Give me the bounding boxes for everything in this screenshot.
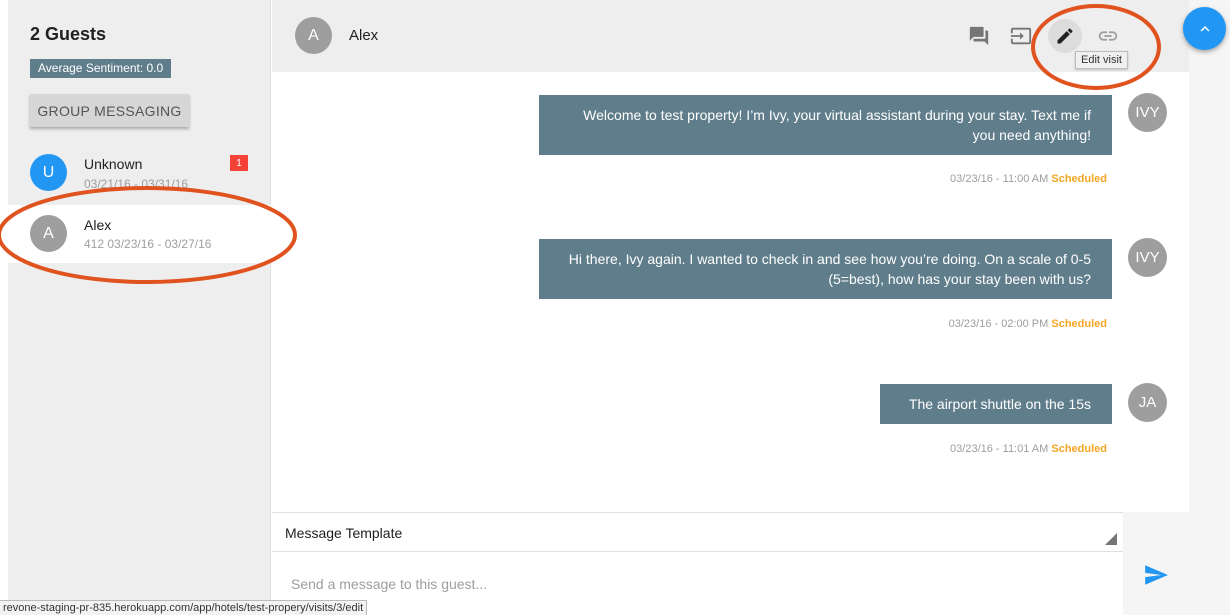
guest-list-item-unknown[interactable]: U Unknown 03/21/16 - 03/31/16 [8, 144, 271, 202]
chat-icon[interactable] [962, 19, 996, 53]
right-gutter [1189, 0, 1230, 615]
guest-name: Unknown [84, 156, 143, 172]
link-icon[interactable] [1091, 19, 1125, 53]
guest-count: 2 Guests [30, 24, 107, 44]
header-guest-name: Alex [349, 27, 379, 44]
message-meta: 03/23/16 - 11:01 AM Scheduled [950, 443, 1107, 455]
guest-sidebar: 2 Guests Average Sentiment: 0.0 GROUP ME… [8, 0, 271, 615]
message-status: Scheduled [1051, 318, 1107, 330]
message-meta: 03/23/16 - 11:00 AM Scheduled [950, 173, 1107, 185]
message-template-select[interactable]: Message Template [272, 512, 1123, 552]
message-thread: Welcome to test property! I’m Ivy, your … [272, 72, 1189, 512]
chevron-up-icon [1200, 25, 1209, 32]
scroll-top-button[interactable] [1183, 7, 1226, 50]
message-input[interactable] [272, 552, 1123, 615]
edit-icon[interactable] [1048, 19, 1082, 53]
template-label: Message Template [285, 525, 403, 541]
header-avatar: A [295, 17, 332, 54]
message-meta: 03/23/16 - 02:00 PM Scheduled [949, 318, 1107, 330]
message-bubble: Welcome to test property! I’m Ivy, your … [539, 95, 1112, 155]
guest-room-dates: 412 03/23/16 - 03/27/16 [84, 237, 212, 251]
unread-badge: 1 [230, 155, 248, 171]
message-bubble: Hi there, Ivy again. I wanted to check i… [539, 239, 1112, 299]
dropdown-corner-icon [1105, 533, 1117, 545]
guest-dates: 03/21/16 - 03/31/16 [84, 177, 189, 191]
message-bubble: The airport shuttle on the 15s [880, 384, 1112, 424]
message-timestamp: 03/23/16 - 11:01 AM [950, 443, 1049, 455]
checkout-icon[interactable] [1004, 19, 1038, 53]
guest-avatar: U [30, 154, 67, 191]
edit-visit-tooltip: Edit visit [1075, 51, 1128, 69]
message-timestamp: 03/23/16 - 02:00 PM [948, 318, 1049, 330]
sentiment-badge: Average Sentiment: 0.0 [30, 59, 172, 78]
guest-list-item-alex[interactable]: A Alex 412 03/23/16 - 03/27/16 [8, 205, 271, 263]
message-avatar: JA [1128, 383, 1167, 422]
message-timestamp: 03/23/16 - 11:00 AM [950, 173, 1049, 185]
message-avatar: IVY [1128, 93, 1167, 132]
message-status: Scheduled [1051, 443, 1107, 455]
message-status: Scheduled [1051, 173, 1107, 185]
send-area [1123, 512, 1189, 615]
status-bar-url: revone-staging-pr-835.herokuapp.com/app/… [0, 600, 368, 615]
guest-avatar: A [30, 215, 67, 252]
group-messaging-button[interactable]: GROUP MESSAGING [30, 94, 189, 127]
send-icon[interactable] [1141, 560, 1171, 590]
conversation-header: A Alex Edit visit [272, 0, 1189, 72]
message-avatar: IVY [1128, 238, 1167, 277]
guest-name: Alex [84, 217, 112, 233]
